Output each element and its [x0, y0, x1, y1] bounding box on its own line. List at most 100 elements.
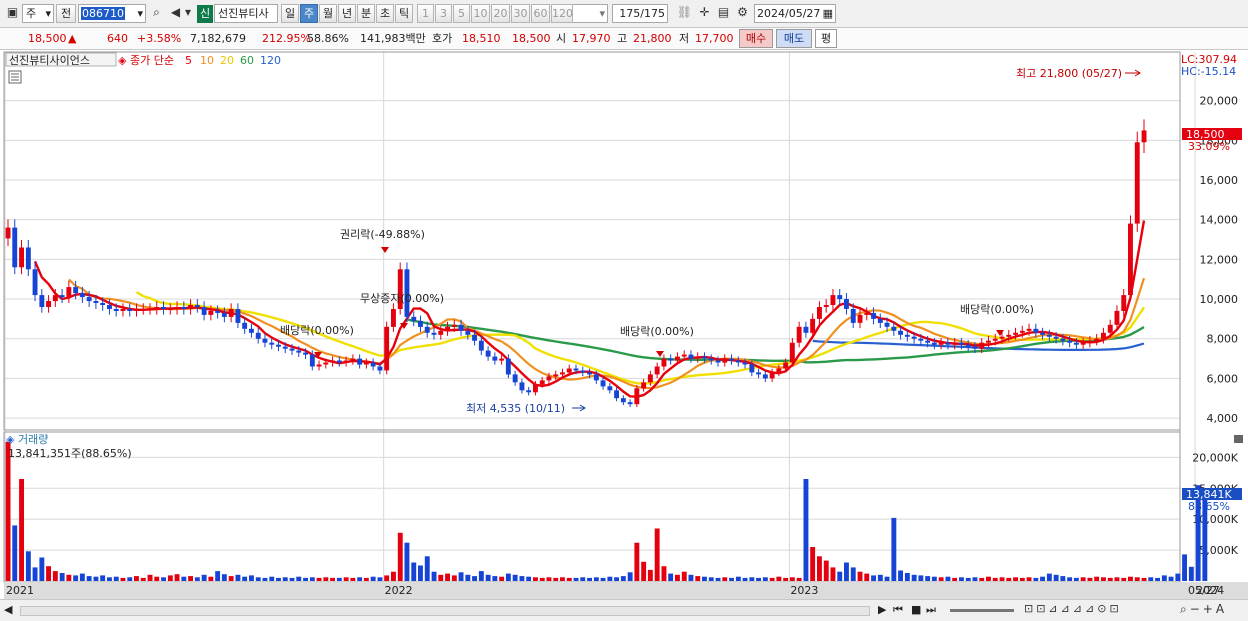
volume-bar: [729, 577, 734, 581]
candle-body: [249, 328, 254, 333]
candle-body: [620, 398, 626, 403]
candle-body: [783, 362, 789, 369]
link-icon[interactable]: ⛓: [676, 5, 693, 22]
volume-bar: [1182, 554, 1187, 581]
candle-body: [627, 402, 633, 405]
save-icon[interactable]: ▤: [715, 5, 732, 22]
zoom-slider[interactable]: [950, 609, 1014, 612]
volume-bar: [668, 573, 674, 581]
search-icon[interactable]: ⌕: [148, 5, 165, 22]
volume-bar: [546, 577, 552, 581]
candle-body: [465, 330, 471, 335]
chart-type-icon[interactable]: ▣: [4, 5, 21, 22]
volume-bar: [5, 441, 11, 581]
candle-body: [52, 295, 58, 302]
sell-button[interactable]: 매도: [776, 29, 812, 48]
candle-body: [242, 322, 248, 329]
open-price: 17,970: [572, 32, 611, 45]
volume-bar: [249, 575, 254, 581]
volume-bar: [134, 576, 139, 581]
stop-icon[interactable]: ■: [911, 603, 921, 616]
period-button-4[interactable]: 분: [357, 4, 375, 23]
candle-body: [938, 342, 944, 345]
candle-body: [472, 334, 477, 341]
volume-bar: [789, 577, 795, 581]
stock-chart[interactable]: 4,000 6,000 8,000 10,000 12,000 14,000 16,000 1…: [0, 50, 1248, 599]
volume-bar: [330, 577, 335, 581]
volume-bar: [1128, 576, 1133, 581]
candle-body: [796, 326, 802, 343]
candle-body: [1019, 330, 1025, 333]
gear-icon[interactable]: ⚙: [734, 5, 751, 22]
volume-bar: [391, 571, 396, 581]
volume-bar: [208, 576, 214, 581]
volume-bar: [167, 575, 173, 581]
interval-button-120[interactable]: 120: [551, 4, 573, 23]
period-select[interactable]: 주 ▾: [22, 4, 54, 23]
candle-body: [262, 338, 268, 343]
volume-bar: [465, 574, 471, 581]
period-button-6[interactable]: 틱: [395, 4, 413, 23]
interval-button-3[interactable]: 3: [435, 4, 452, 23]
interval-input[interactable]: ▾: [570, 4, 608, 23]
candle-body: [492, 356, 498, 361]
legend-ma10: 10: [200, 54, 214, 67]
candle-body: [823, 305, 829, 307]
zoom-tools-icon[interactable]: ⌕−+A: [1180, 602, 1227, 617]
candle-body: [702, 356, 707, 359]
candle-body: [965, 344, 971, 347]
drawing-tools-icon[interactable]: ⊡⊡⊿⊿⊿⊿⊙⊡: [1024, 602, 1122, 615]
close-panel-icon[interactable]: [1234, 435, 1243, 443]
interval-button-60[interactable]: 60: [531, 4, 550, 23]
price-tick-label: 4,000: [1207, 412, 1239, 425]
candle-body: [979, 342, 985, 349]
interval-button-1[interactable]: 1: [417, 4, 434, 23]
crosshair-icon[interactable]: ✛: [696, 5, 713, 22]
volume-bar: [702, 576, 707, 581]
candle-body: [154, 307, 160, 309]
scroll-right-icon[interactable]: ▶: [878, 603, 886, 616]
candle-body: [600, 380, 606, 387]
volume-bar: [79, 573, 85, 581]
rewind-icon[interactable]: ⏮: [893, 603, 903, 617]
prev-button[interactable]: 전: [56, 4, 76, 23]
date-tag: 05/27: [1188, 584, 1220, 597]
volume-bar: [458, 572, 464, 581]
chart-window: ▣ 주 ▾ 전 086710 ▾ ⌕ ◀ ▾ 신 선진뷰티사 ▾ 175/175 ⛓…: [0, 0, 1248, 621]
volume-bar: [925, 576, 931, 581]
period-button-1[interactable]: 주: [300, 4, 318, 23]
volume-bar: [25, 551, 31, 581]
average-button[interactable]: 평: [815, 29, 837, 48]
candle-body: [411, 316, 417, 321]
volume-bar: [1087, 577, 1093, 581]
candle-body: [1114, 310, 1120, 325]
low-price: 17,700: [695, 32, 734, 45]
horizontal-scrollbar[interactable]: [20, 606, 870, 616]
volume-bar: [986, 576, 991, 581]
interval-button-20[interactable]: 20: [491, 4, 510, 23]
date-input[interactable]: 2024/05/27 ▦: [754, 4, 836, 23]
period-button-3[interactable]: 년: [338, 4, 356, 23]
chevron-down-icon[interactable]: ▾: [182, 5, 194, 22]
period-button-5[interactable]: 초: [376, 4, 394, 23]
candle-body: [336, 360, 342, 363]
period-button-0[interactable]: 일: [281, 4, 299, 23]
stock-name-field: 선진뷰티사: [214, 4, 278, 23]
stock-code-input[interactable]: 086710 ▾: [78, 4, 146, 23]
period-select-value: 주: [26, 7, 37, 20]
candle-body: [499, 358, 505, 361]
fast-forward-icon[interactable]: ⏭: [926, 603, 936, 617]
volume-bar: [614, 577, 619, 581]
candle-body: [1080, 342, 1086, 345]
candle-body: [438, 330, 444, 335]
scroll-left-icon[interactable]: ◀: [4, 603, 12, 616]
interval-button-5[interactable]: 5: [453, 4, 470, 23]
period-button-2[interactable]: 월: [319, 4, 337, 23]
count-field[interactable]: 175/175: [612, 4, 668, 23]
volume-bar: [560, 577, 565, 581]
interval-button-10[interactable]: 10: [471, 4, 490, 23]
volume-bar: [871, 575, 876, 581]
interval-button-30[interactable]: 30: [511, 4, 530, 23]
candle-body: [1134, 142, 1140, 224]
buy-button[interactable]: 매수: [739, 29, 773, 48]
